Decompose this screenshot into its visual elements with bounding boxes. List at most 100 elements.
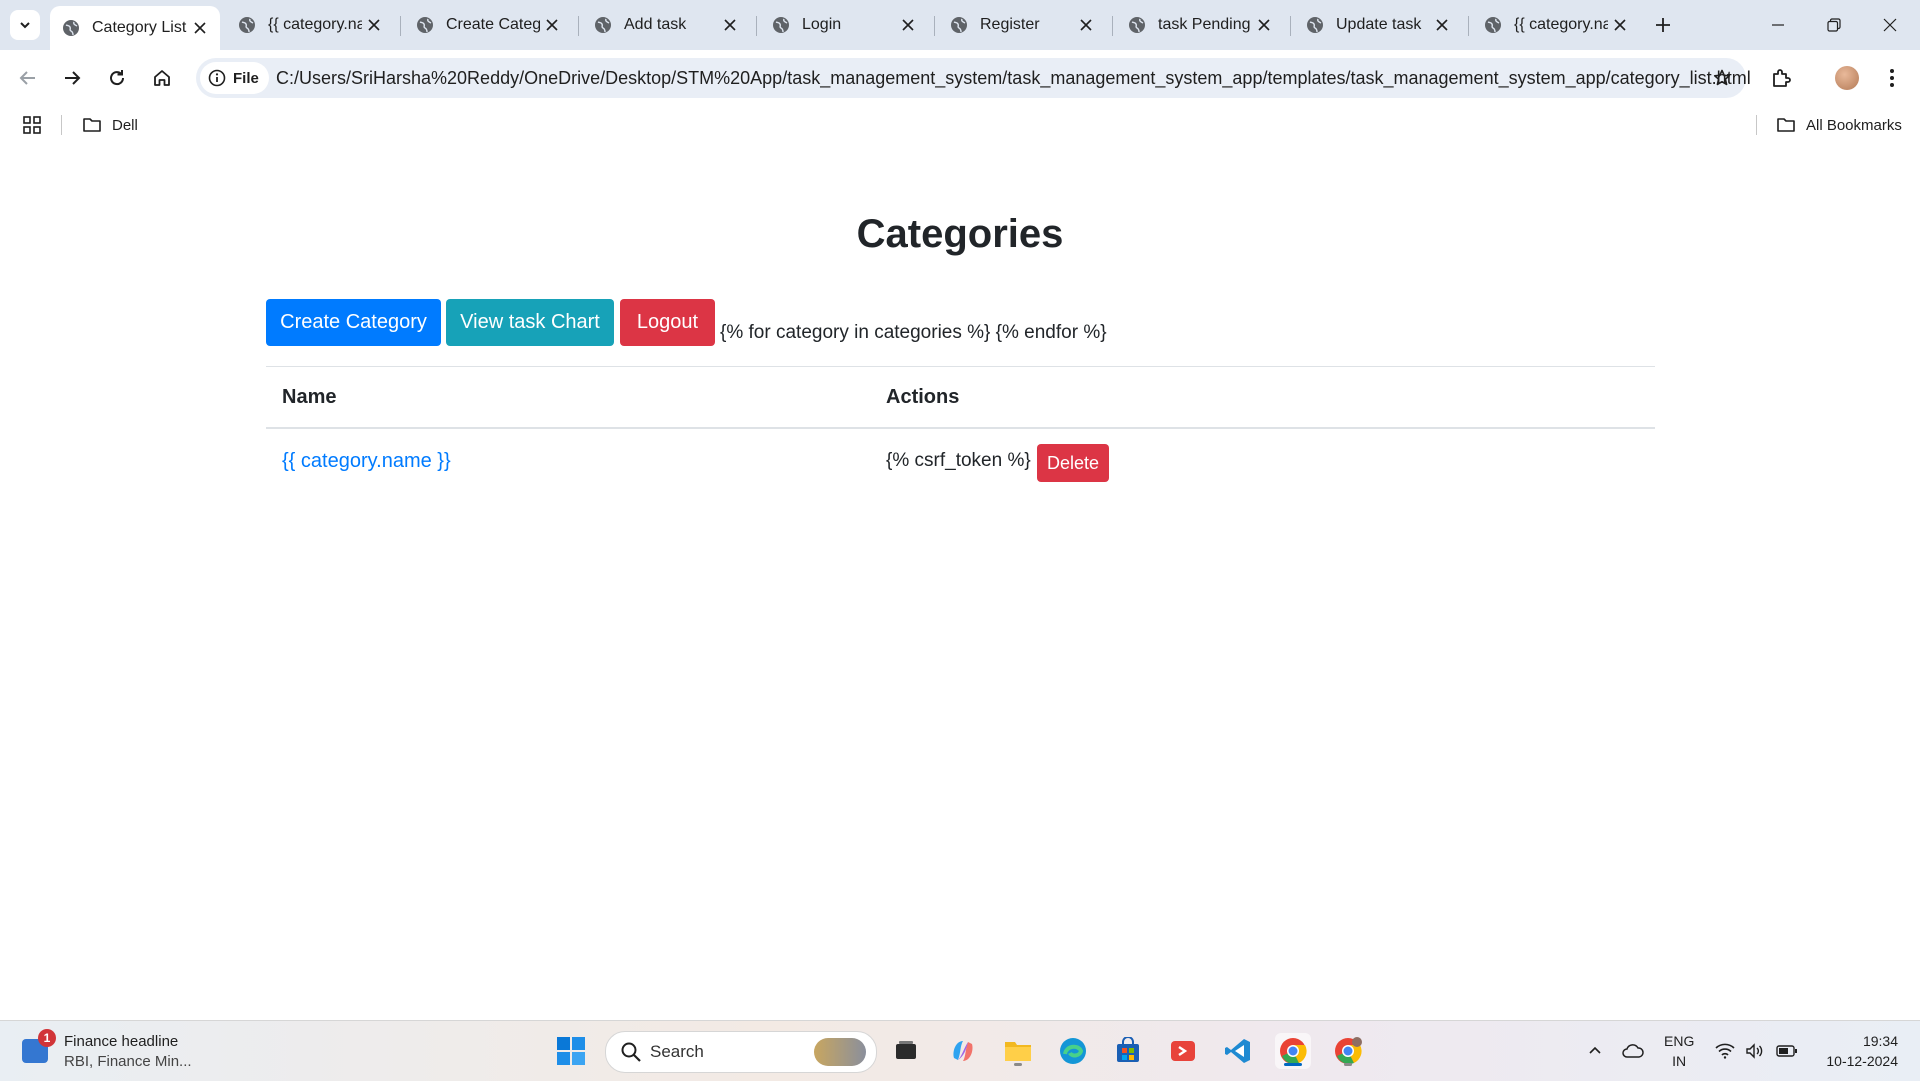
close-window-button[interactable]: [1870, 10, 1910, 40]
running-indicator: [1014, 1063, 1022, 1066]
tab-category-name-2[interactable]: {{ category.na: [1472, 6, 1640, 44]
globe-icon: [239, 17, 255, 33]
back-button[interactable]: [12, 62, 44, 94]
category-name-link[interactable]: {{ category.name }}: [282, 450, 451, 473]
minimize-icon: [1772, 24, 1784, 26]
close-icon[interactable]: [896, 13, 920, 37]
close-icon[interactable]: [1430, 13, 1454, 37]
profile-button[interactable]: [1831, 62, 1863, 94]
tab-divider: [1290, 16, 1291, 36]
start-button[interactable]: [553, 1033, 589, 1069]
task-view-button[interactable]: [888, 1033, 924, 1069]
tab-category-name[interactable]: {{ category.na: [226, 6, 394, 44]
restore-icon: [1827, 18, 1841, 32]
chrome-button[interactable]: [1275, 1033, 1311, 1069]
tab-label: task Pending: [1158, 16, 1251, 33]
browser-tab-strip: Category List {{ category.na Create Cate…: [0, 0, 1920, 50]
page-title: Categories: [856, 212, 1064, 256]
system-clock[interactable]: 19:34 10-12-2024: [1826, 1031, 1898, 1071]
close-icon[interactable]: [188, 16, 212, 40]
news-widget[interactable]: 1 Finance headline RBI, Finance Min...: [22, 1029, 222, 1073]
copilot-button[interactable]: [945, 1033, 981, 1069]
apps-button[interactable]: [22, 115, 42, 139]
clock-time: 19:34: [1862, 1033, 1898, 1049]
task-view-icon: [896, 1041, 916, 1059]
bookmark-folder-dell[interactable]: Dell: [82, 106, 138, 144]
battery-button[interactable]: [1772, 1021, 1802, 1081]
taskbar-search[interactable]: Search: [605, 1031, 877, 1073]
scheme-label: File: [233, 69, 259, 87]
reload-icon: [110, 70, 125, 86]
file-explorer-button[interactable]: [1000, 1033, 1036, 1069]
extensions-button[interactable]: [1765, 62, 1797, 94]
tab-task-pending[interactable]: task Pending: [1116, 6, 1284, 44]
info-icon: [208, 69, 226, 87]
bookmark-star-button[interactable]: [1708, 64, 1736, 92]
wifi-button[interactable]: [1712, 1021, 1738, 1081]
site-info-chip[interactable]: File: [200, 62, 269, 94]
address-bar[interactable]: File C:/Users/SriHarsha%20Reddy/OneDrive…: [196, 58, 1751, 98]
tab-login[interactable]: Login: [760, 6, 928, 44]
csrf-token-text: {% csrf_token %}: [886, 450, 1031, 471]
bookmark-label: Dell: [112, 116, 138, 134]
wifi-icon: [1715, 1043, 1735, 1059]
chrome-profile-button[interactable]: [1330, 1033, 1366, 1069]
clock-date: 10-12-2024: [1826, 1053, 1898, 1069]
globe-icon: [1129, 17, 1145, 33]
logout-button[interactable]: Logout: [620, 299, 715, 346]
tab-register[interactable]: Register: [938, 6, 1106, 44]
url-text[interactable]: C:/Users/SriHarsha%20Reddy/OneDrive/Desk…: [276, 58, 1751, 98]
globe-icon: [951, 17, 967, 33]
tab-search-button[interactable]: [10, 10, 40, 40]
star-icon: [1713, 69, 1731, 86]
store-icon: [1117, 1037, 1139, 1062]
close-icon[interactable]: [362, 13, 386, 37]
restore-button[interactable]: [1814, 10, 1854, 40]
menu-button[interactable]: [1876, 62, 1908, 94]
close-icon[interactable]: [540, 13, 564, 37]
new-tab-button[interactable]: [1650, 12, 1676, 38]
folder-icon: [83, 118, 101, 132]
tab-label: Add task: [624, 16, 687, 33]
onedrive-button[interactable]: [1618, 1021, 1648, 1081]
avatar: [1835, 66, 1859, 90]
table-top-border: [266, 366, 1655, 367]
tab-label: {{ category.na: [268, 16, 362, 33]
close-icon[interactable]: [1074, 13, 1098, 37]
reload-button[interactable]: [101, 62, 133, 94]
all-bookmarks-button[interactable]: All Bookmarks: [1776, 106, 1902, 144]
globe-icon: [417, 17, 433, 33]
show-hidden-icons-button[interactable]: [1580, 1021, 1610, 1081]
close-icon[interactable]: [1252, 13, 1276, 37]
vscode-button[interactable]: [1220, 1033, 1256, 1069]
tab-label: Register: [980, 16, 1040, 33]
tab-create-category[interactable]: Create Categ: [404, 6, 572, 44]
battery-icon: [1776, 1045, 1797, 1057]
minimize-button[interactable]: [1758, 10, 1798, 40]
close-icon[interactable]: [718, 13, 742, 37]
volume-button[interactable]: [1742, 1021, 1768, 1081]
close-icon[interactable]: [1608, 13, 1632, 37]
plus-icon: [1656, 18, 1670, 32]
tab-add-task[interactable]: Add task: [582, 6, 750, 44]
close-icon: [1883, 18, 1897, 32]
tab-divider: [400, 16, 401, 36]
dev-app-button[interactable]: [1165, 1033, 1201, 1069]
tab-update-task[interactable]: Update task: [1294, 6, 1462, 44]
delete-button[interactable]: Delete: [1037, 444, 1109, 482]
globe-icon: [595, 17, 611, 33]
create-category-button[interactable]: Create Category: [266, 299, 441, 346]
arrow-left-icon: [19, 71, 35, 85]
home-icon: [154, 70, 170, 86]
cloud-icon: [1622, 1044, 1644, 1058]
input-language[interactable]: ENG IN: [1664, 1031, 1694, 1071]
store-button[interactable]: [1110, 1033, 1146, 1069]
search-icon: [621, 1042, 641, 1062]
view-task-chart-button[interactable]: View task Chart: [446, 299, 614, 346]
more-vertical-icon: [1890, 69, 1894, 87]
tab-category-list[interactable]: Category List: [50, 6, 220, 50]
home-button[interactable]: [146, 62, 178, 94]
forward-button[interactable]: [56, 62, 88, 94]
edge-button[interactable]: [1055, 1033, 1091, 1069]
globe-icon: [773, 17, 789, 33]
